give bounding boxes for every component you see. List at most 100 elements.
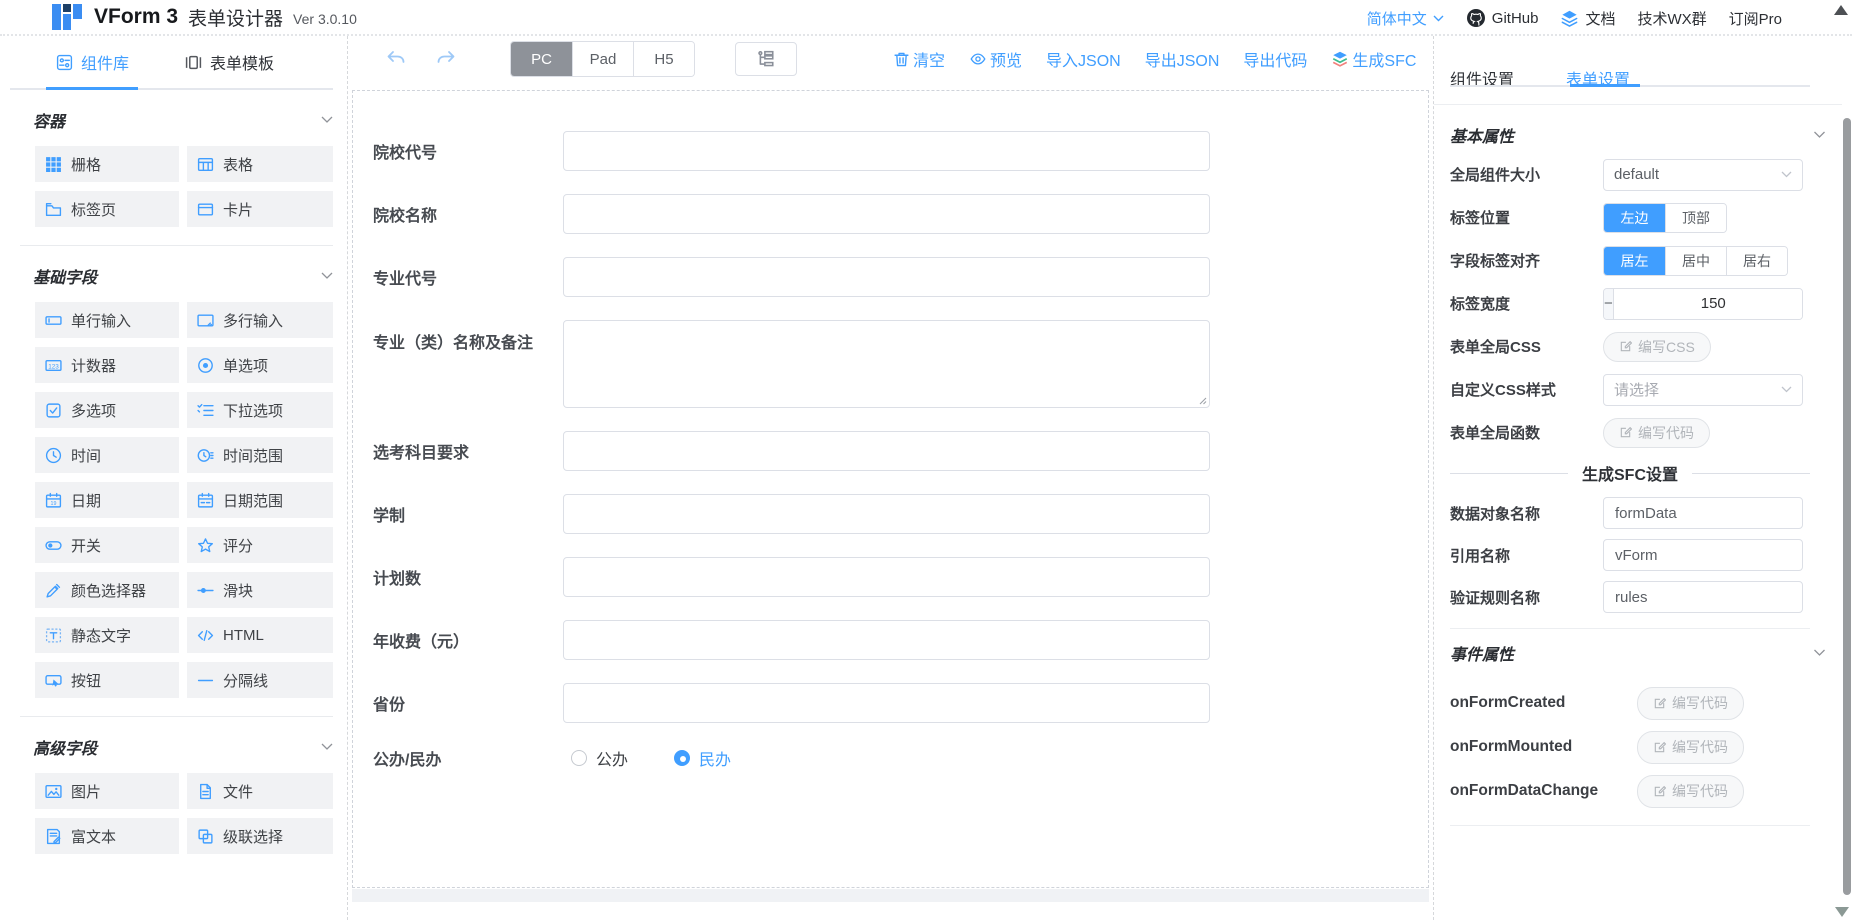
- basic-props-header[interactable]: 基本属性: [1450, 117, 1826, 153]
- edit-css-button[interactable]: 编写CSS: [1603, 332, 1711, 362]
- field-input-nsf[interactable]: [563, 620, 1210, 660]
- import-json-button[interactable]: 导入JSON: [1046, 47, 1121, 71]
- form-field-row[interactable]: 院校名称: [373, 194, 1428, 234]
- field-input-xkkm[interactable]: [563, 431, 1210, 471]
- export-json-button[interactable]: 导出JSON: [1145, 47, 1220, 71]
- widget-item-card[interactable]: 卡片: [187, 191, 333, 227]
- preview-button[interactable]: 预览: [969, 47, 1022, 71]
- section-advanced-fields[interactable]: 高级字段: [33, 735, 333, 759]
- node-tree-button[interactable]: [735, 42, 797, 76]
- global-size-select[interactable]: default: [1603, 159, 1803, 191]
- widget-item-date[interactable]: 19 日期: [35, 482, 179, 518]
- widget-item-select[interactable]: 下拉选项: [187, 392, 333, 428]
- generate-sfc-button[interactable]: 生成SFC: [1331, 47, 1416, 71]
- widget-item-number[interactable]: 123 计数器: [35, 347, 179, 383]
- form-field-row[interactable]: 计划数: [373, 557, 1428, 597]
- form-field-row[interactable]: 选考科目要求: [373, 431, 1428, 471]
- docs-link[interactable]: 文档: [1560, 8, 1615, 29]
- form-field-row[interactable]: 公办/民办 公办 民办: [373, 746, 1428, 770]
- widget-item-button[interactable]: 按钮: [35, 662, 179, 698]
- redo-button[interactable]: [434, 48, 458, 70]
- device-pad-button[interactable]: Pad: [572, 42, 633, 76]
- panel-divider: [1450, 628, 1810, 629]
- undo-button[interactable]: [384, 48, 408, 70]
- custom-class-select[interactable]: 请选择: [1603, 374, 1803, 406]
- language-selector[interactable]: 简体中文: [1367, 8, 1444, 29]
- field-input-zydh[interactable]: [563, 257, 1210, 297]
- widget-item-static-text[interactable]: 静态文字: [35, 617, 179, 653]
- form-ref-name-input[interactable]: [1603, 539, 1803, 571]
- widget-item-grid[interactable]: 栅格: [35, 146, 179, 182]
- section-container[interactable]: 容器: [33, 108, 333, 132]
- field-input-yxmc[interactable]: [563, 194, 1210, 234]
- export-code-button[interactable]: 导出代码: [1243, 47, 1307, 71]
- docs-layers-icon: [1560, 9, 1579, 28]
- event-props-header[interactable]: 事件属性: [1450, 635, 1826, 671]
- form-field-row[interactable]: 专业（类）名称及备注: [373, 320, 1428, 408]
- widget-item-input[interactable]: 单行输入: [35, 302, 179, 338]
- section-basic-fields[interactable]: 基础字段: [33, 264, 333, 288]
- scrollbar-thumb[interactable]: [1843, 118, 1851, 895]
- widget-item-rich-editor[interactable]: 富文本: [35, 818, 179, 854]
- label-align-left[interactable]: 居左: [1604, 247, 1665, 275]
- widget-item-time-range[interactable]: 时间范围: [187, 437, 333, 473]
- subscribe-pro-link[interactable]: 订阅Pro: [1729, 8, 1782, 29]
- tab-widget-lib[interactable]: 组件库: [56, 50, 129, 74]
- form-field-row[interactable]: 学制: [373, 494, 1428, 534]
- widget-item-checkbox[interactable]: 多选项: [35, 392, 179, 428]
- wx-group-link[interactable]: 技术WX群: [1637, 8, 1706, 29]
- widget-item-picture[interactable]: 图片: [35, 773, 179, 809]
- scrollbar-down-arrow[interactable]: [1835, 907, 1849, 917]
- form-design-canvas[interactable]: 院校代号 院校名称 专业代号 专业（类）名称及备注: [352, 90, 1429, 888]
- textarea-resize-handle[interactable]: [1197, 395, 1207, 405]
- decrease-button[interactable]: −: [1604, 289, 1614, 319]
- sidebar-tabs: 组件库 表单模板: [10, 36, 333, 90]
- form-field-row[interactable]: 年收费（元）: [373, 620, 1428, 660]
- label-align-center[interactable]: 居中: [1665, 247, 1726, 275]
- widget-item-table[interactable]: 表格: [187, 146, 333, 182]
- form-field-row[interactable]: 省份: [373, 683, 1428, 723]
- widget-item-date-range[interactable]: 日期范围: [187, 482, 333, 518]
- eye-icon: [969, 51, 987, 67]
- device-pc-button[interactable]: PC: [511, 42, 572, 76]
- page-scrollbar[interactable]: [1842, 36, 1852, 920]
- form-field-row[interactable]: 院校代号: [373, 131, 1428, 171]
- canvas-bottom-strip: [352, 889, 1429, 902]
- form-rules-name-input[interactable]: [1603, 581, 1803, 613]
- edit-functions-button[interactable]: 编写代码: [1603, 418, 1710, 448]
- radio-option-public[interactable]: 公办: [571, 746, 628, 770]
- device-h5-button[interactable]: H5: [633, 42, 694, 76]
- github-link[interactable]: GitHub: [1466, 8, 1539, 28]
- label-align-right[interactable]: 居右: [1726, 247, 1787, 275]
- field-input-xz[interactable]: [563, 494, 1210, 534]
- edit-onformmounted-button[interactable]: 编写代码: [1637, 731, 1744, 764]
- scrollbar-up-arrow[interactable]: [1834, 5, 1848, 15]
- widget-item-html[interactable]: HTML: [187, 617, 333, 653]
- form-data-name-input[interactable]: [1603, 497, 1803, 529]
- field-input-jhs[interactable]: [563, 557, 1210, 597]
- widget-item-file[interactable]: 文件: [187, 773, 333, 809]
- form-field-row[interactable]: 专业代号: [373, 257, 1428, 297]
- tab-form-templates[interactable]: 表单模板: [185, 50, 274, 74]
- field-textarea-zymc[interactable]: [563, 320, 1210, 408]
- field-input-yxdh[interactable]: [563, 131, 1210, 171]
- label-position-top[interactable]: 顶部: [1665, 204, 1726, 232]
- widget-item-switch[interactable]: 开关: [35, 527, 179, 563]
- widget-item-radio[interactable]: 单选项: [187, 347, 333, 383]
- widget-item-rate[interactable]: 评分: [187, 527, 333, 563]
- widget-item-color-picker[interactable]: 颜色选择器: [35, 572, 179, 608]
- widget-item-slider[interactable]: 滑块: [187, 572, 333, 608]
- label-width-input[interactable]: [1614, 289, 1803, 319]
- widget-item-textarea[interactable]: 多行输入: [187, 302, 333, 338]
- widget-item-divider[interactable]: 分隔线: [187, 662, 333, 698]
- widget-item-tab[interactable]: 标签页: [35, 191, 179, 227]
- label-position-left[interactable]: 左边: [1604, 204, 1665, 232]
- field-input-sf[interactable]: [563, 683, 1210, 723]
- edit-onformdatachange-button[interactable]: 编写代码: [1637, 775, 1744, 808]
- clear-button[interactable]: 清空: [893, 47, 945, 71]
- widget-item-cascader[interactable]: 级联选择: [187, 818, 333, 854]
- radio-option-private[interactable]: 民办: [674, 746, 731, 770]
- edit-onformcreated-button[interactable]: 编写代码: [1637, 687, 1744, 720]
- widget-item-time[interactable]: 时间: [35, 437, 179, 473]
- advanced-widget-grid: 图片 文件 富文本 级联选择: [35, 773, 347, 854]
